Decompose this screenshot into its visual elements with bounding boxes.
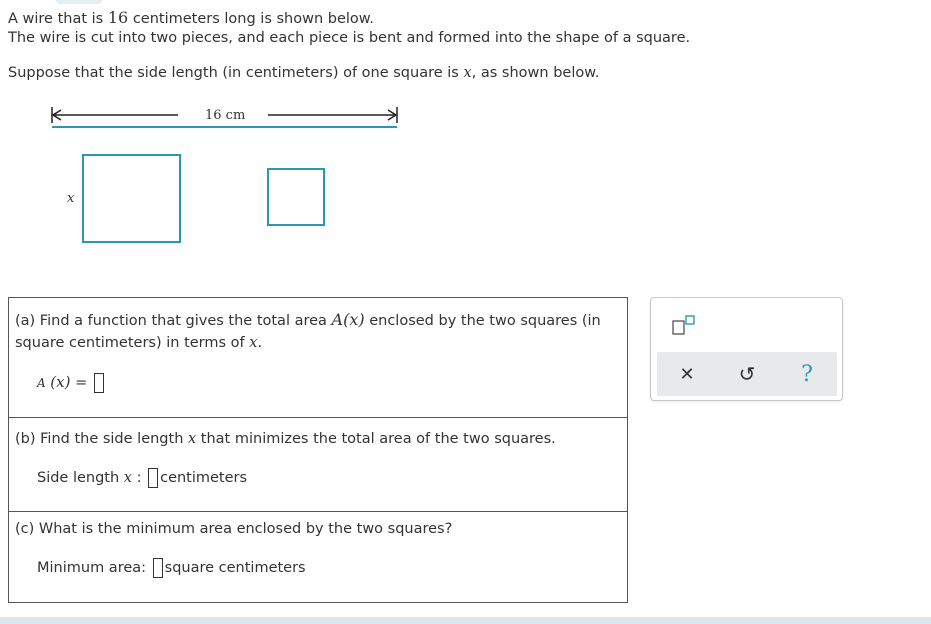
part-b-answer-row: Side length x : centimeters: [37, 468, 247, 488]
minimum-area-unit: square centimeters: [164, 560, 306, 576]
part-a-question-line-2: square centimeters) in terms of x.: [15, 331, 262, 355]
part-a-box: (a) Find a function that gives the total…: [8, 297, 628, 418]
part-b-box: (b) Find the side length x that minimize…: [8, 417, 628, 512]
help-icon: ?: [801, 361, 813, 387]
part-a-text: .: [257, 335, 263, 351]
variable-x: x: [188, 431, 197, 447]
part-c-box: (c) What is the minimum area enclosed by…: [8, 511, 628, 603]
square-other: [267, 168, 325, 226]
minimum-area-input[interactable]: [152, 558, 163, 578]
undo-button[interactable]: ↺: [717, 352, 777, 396]
superscript-template-icon: [672, 315, 695, 335]
clear-button[interactable]: ✕: [657, 352, 717, 396]
colon: :: [136, 470, 142, 486]
part-a-question-line-1: (a) Find a function that gives the total…: [15, 308, 601, 333]
side-length-unit: centimeters: [160, 470, 248, 486]
bottom-divider: [0, 617, 931, 624]
answer-function-name: A: [37, 376, 46, 390]
part-c-answer-row: Minimum area: square centimeters: [37, 558, 306, 578]
part-a-text: enclosed by the two squares (in: [369, 313, 601, 329]
superscript-template-button[interactable]: [671, 313, 701, 337]
toolbar-actions: ✕ ↺ ?: [657, 352, 837, 396]
part-a-answer-row: A (x) =: [37, 373, 106, 393]
minimum-area-label: Minimum area:: [37, 560, 147, 576]
help-button[interactable]: ?: [777, 352, 837, 396]
variable-x: x: [123, 470, 132, 486]
part-a-text: square centimeters) in terms of: [15, 335, 245, 351]
wire-figure: [51, 107, 398, 243]
answer-function-arg: (x): [50, 373, 71, 391]
part-b-question: (b) Find the side length x that minimize…: [15, 427, 556, 451]
side-length-answer-label: Side length: [37, 470, 120, 486]
function-name: A: [331, 310, 344, 329]
part-a-text: (a) Find a function that gives the total…: [15, 313, 327, 329]
math-toolbar: ✕ ↺ ?: [650, 297, 843, 401]
square-x: [82, 154, 181, 243]
equals-sign: =: [75, 375, 88, 391]
part-b-text: (b) Find the side length: [15, 431, 184, 447]
part-b-text: that minimizes the total area of the two…: [200, 431, 556, 447]
side-length-input[interactable]: [148, 468, 159, 488]
function-arg: (x): [343, 310, 365, 329]
part-c-question: (c) What is the minimum area enclosed by…: [15, 521, 453, 537]
side-length-label: x: [67, 191, 75, 206]
function-answer-input[interactable]: [93, 373, 104, 393]
wire-length-label: 16 cm: [205, 108, 246, 123]
undo-icon: ↺: [738, 362, 756, 386]
close-icon: ✕: [679, 363, 695, 385]
